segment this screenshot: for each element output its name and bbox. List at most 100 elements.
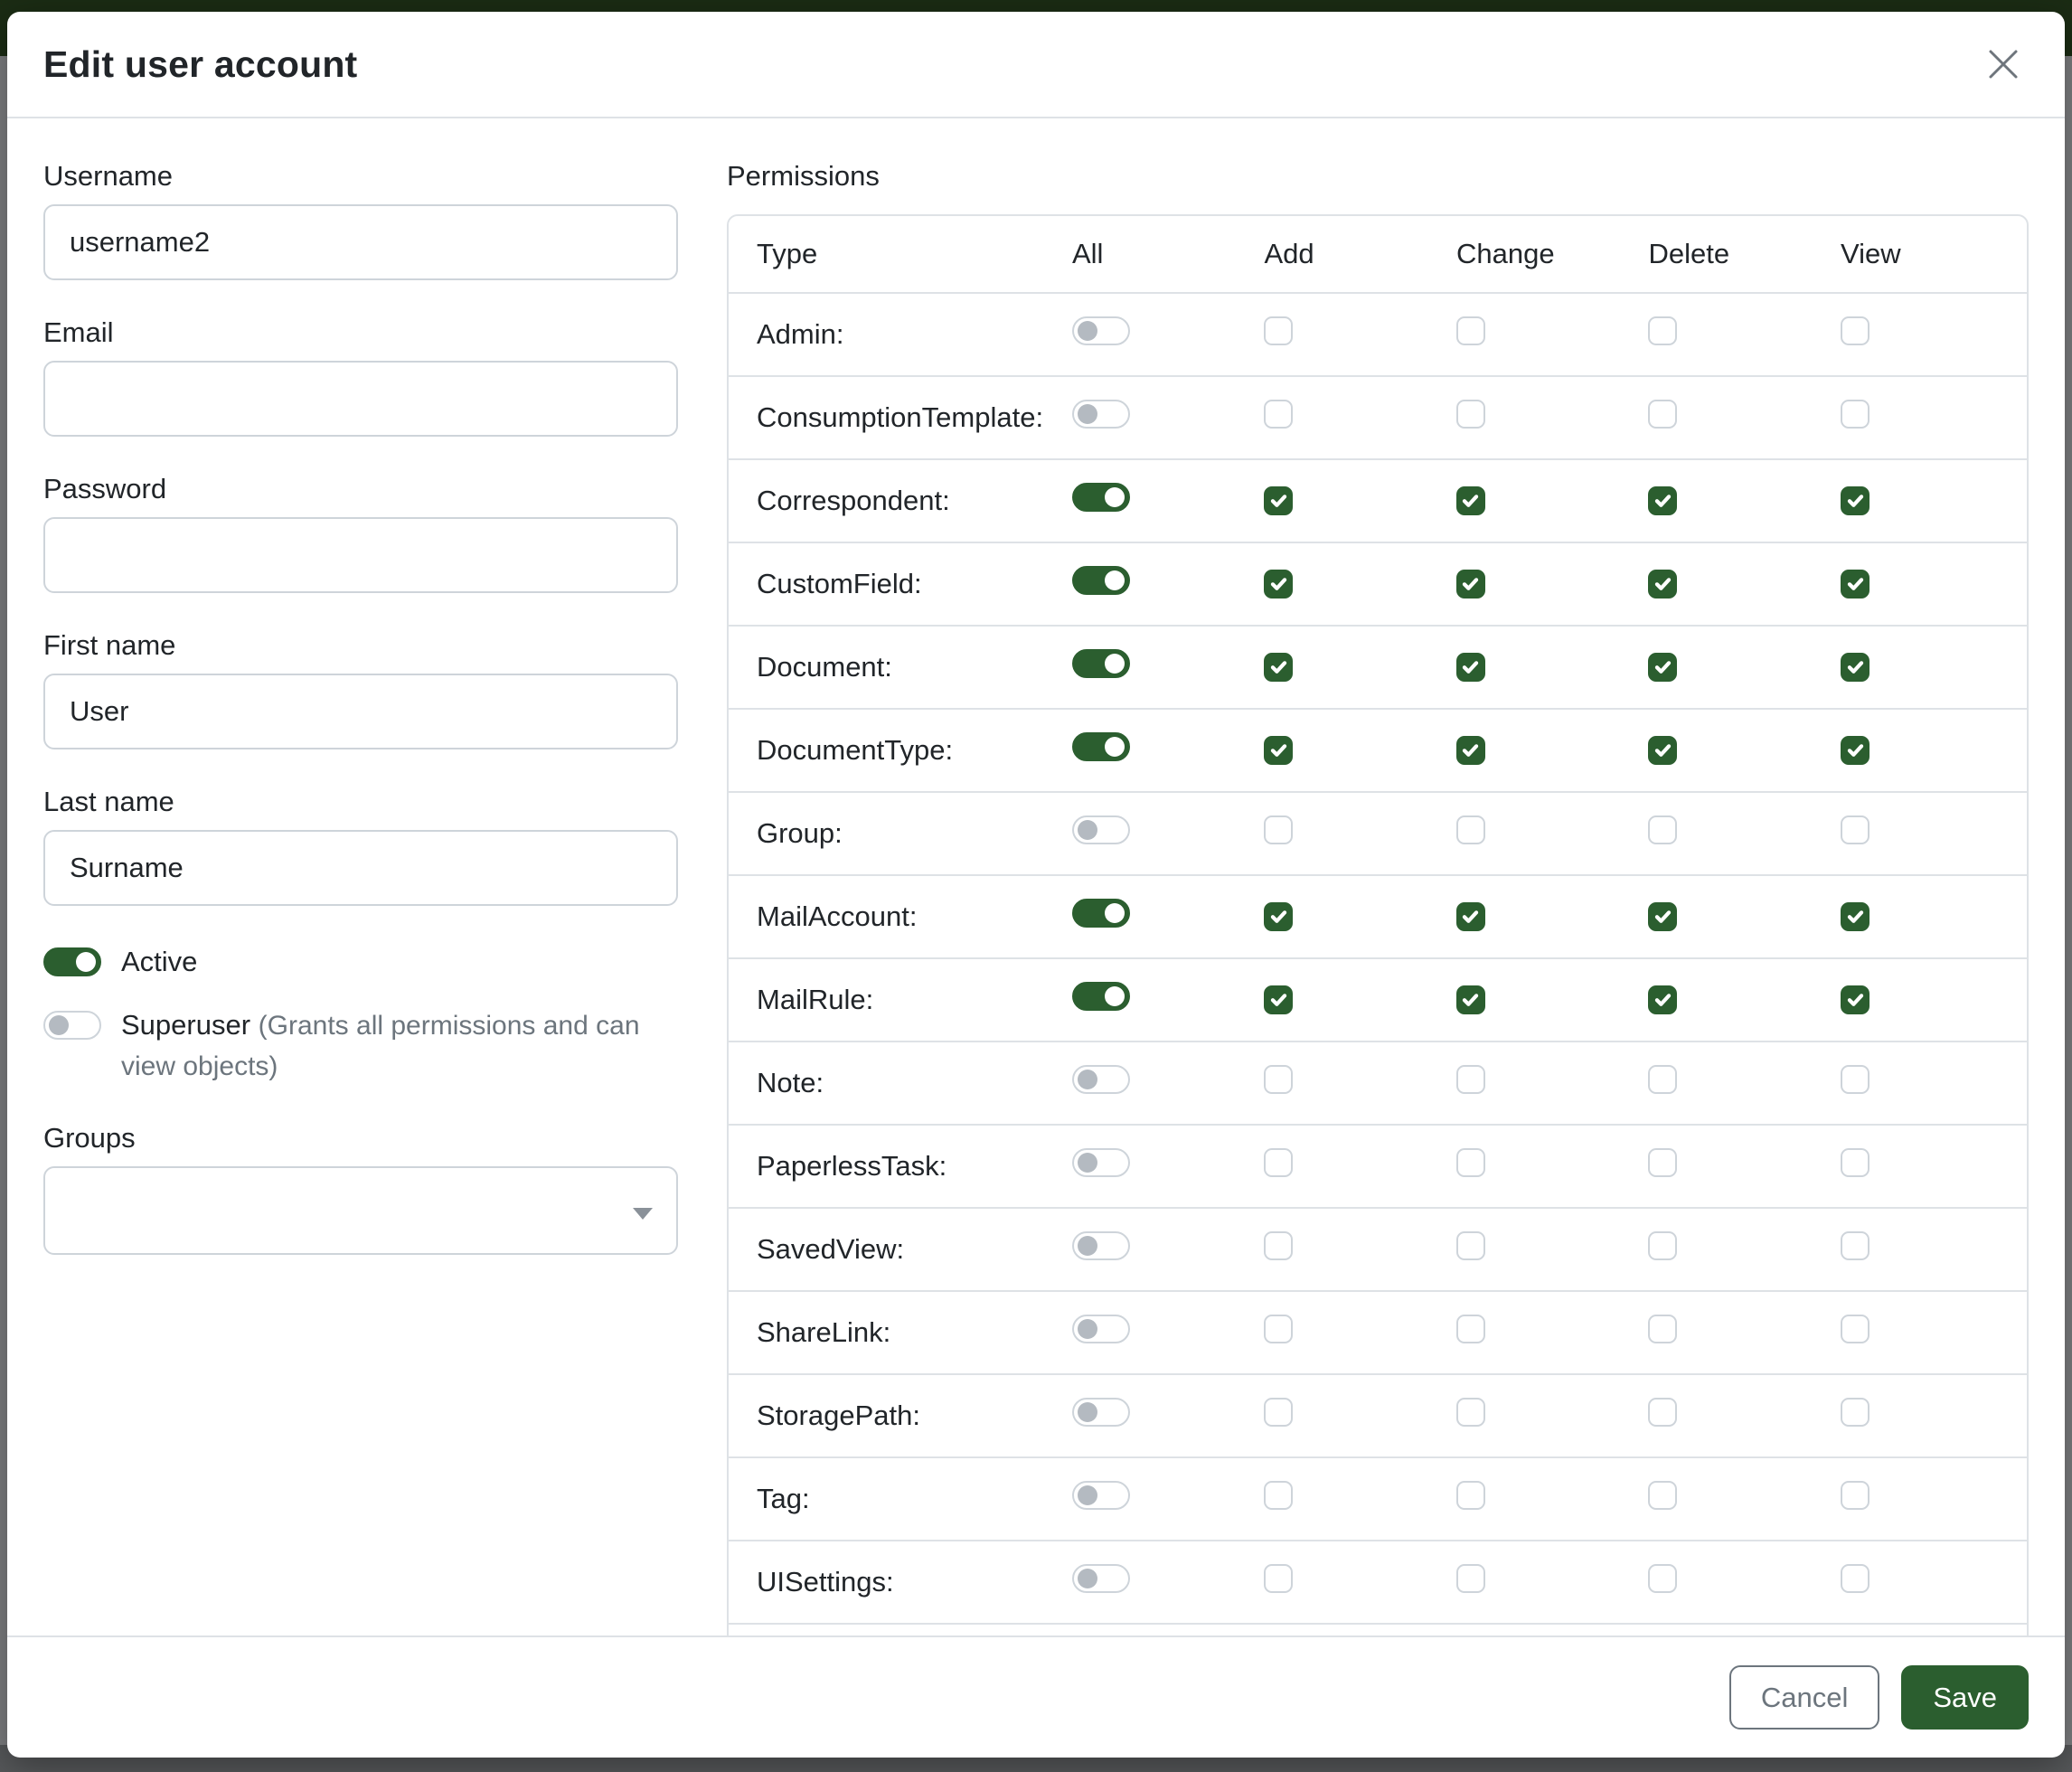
- perm-delete-checkbox[interactable]: [1648, 1398, 1677, 1427]
- check-icon: [1461, 907, 1480, 926]
- perm-change-checkbox[interactable]: [1456, 1231, 1485, 1260]
- perm-change-checkbox[interactable]: [1456, 653, 1485, 682]
- perm-add-checkbox[interactable]: [1264, 653, 1293, 682]
- username-input[interactable]: [43, 204, 678, 280]
- perm-view-checkbox[interactable]: [1841, 570, 1870, 599]
- perm-change-checkbox[interactable]: [1456, 815, 1485, 844]
- perm-change-checkbox[interactable]: [1456, 736, 1485, 765]
- perm-all-toggle[interactable]: [1072, 1564, 1130, 1593]
- perm-change-checkbox[interactable]: [1456, 570, 1485, 599]
- perm-view-checkbox[interactable]: [1841, 1148, 1870, 1177]
- perm-delete-checkbox[interactable]: [1648, 1481, 1677, 1510]
- perm-delete-checkbox[interactable]: [1648, 736, 1677, 765]
- perm-delete-checkbox[interactable]: [1648, 570, 1677, 599]
- perm-delete-checkbox[interactable]: [1648, 1148, 1677, 1177]
- perm-change-checkbox[interactable]: [1456, 1315, 1485, 1343]
- perm-add-checkbox[interactable]: [1264, 400, 1293, 429]
- perm-add-checkbox[interactable]: [1264, 985, 1293, 1014]
- perm-change-checkbox[interactable]: [1456, 1564, 1485, 1593]
- perm-type-label: PaperlessTask:: [729, 1125, 1044, 1208]
- perm-add-checkbox[interactable]: [1264, 902, 1293, 931]
- password-field[interactable]: [43, 517, 678, 593]
- superuser-toggle[interactable]: [43, 1011, 101, 1040]
- perm-delete-checkbox[interactable]: [1648, 1315, 1677, 1343]
- perm-view-checkbox[interactable]: [1841, 902, 1870, 931]
- perm-delete-checkbox[interactable]: [1648, 1065, 1677, 1094]
- perm-add-checkbox[interactable]: [1264, 1065, 1293, 1094]
- email-field[interactable]: [43, 361, 678, 437]
- groups-select[interactable]: [43, 1166, 678, 1255]
- last-name-field[interactable]: [43, 830, 678, 906]
- save-button[interactable]: Save: [1901, 1665, 2029, 1730]
- perm-all-toggle[interactable]: [1072, 566, 1130, 595]
- perm-add-checkbox[interactable]: [1264, 815, 1293, 844]
- perm-all-toggle[interactable]: [1072, 982, 1130, 1011]
- perm-add-checkbox[interactable]: [1264, 1398, 1293, 1427]
- perm-delete-checkbox[interactable]: [1648, 653, 1677, 682]
- perm-change-checkbox[interactable]: [1456, 486, 1485, 515]
- perm-change-checkbox[interactable]: [1456, 1481, 1485, 1510]
- perm-all-toggle[interactable]: [1072, 483, 1130, 512]
- perm-add-checkbox[interactable]: [1264, 316, 1293, 345]
- perm-all-toggle[interactable]: [1072, 649, 1130, 678]
- perm-all-toggle[interactable]: [1072, 1065, 1130, 1094]
- perm-view-checkbox[interactable]: [1841, 1231, 1870, 1260]
- perm-view-checkbox[interactable]: [1841, 653, 1870, 682]
- close-button[interactable]: [1982, 42, 2025, 86]
- perm-view-checkbox[interactable]: [1841, 1065, 1870, 1094]
- perm-type-label: Document:: [729, 626, 1044, 709]
- perm-all-toggle[interactable]: [1072, 1315, 1130, 1343]
- perm-all-toggle[interactable]: [1072, 732, 1130, 761]
- perm-add-checkbox[interactable]: [1264, 1148, 1293, 1177]
- perm-all-toggle[interactable]: [1072, 400, 1130, 429]
- perm-add-checkbox[interactable]: [1264, 736, 1293, 765]
- cancel-button[interactable]: Cancel: [1729, 1665, 1880, 1730]
- first-name-field[interactable]: [43, 674, 678, 749]
- perm-all-toggle[interactable]: [1072, 316, 1130, 345]
- switch-knob: [1105, 570, 1125, 590]
- perm-add-checkbox[interactable]: [1264, 1481, 1293, 1510]
- perm-view-checkbox[interactable]: [1841, 1315, 1870, 1343]
- perm-change-checkbox[interactable]: [1456, 902, 1485, 931]
- perm-view-checkbox[interactable]: [1841, 985, 1870, 1014]
- perm-view-checkbox[interactable]: [1841, 316, 1870, 345]
- table-row: Admin:: [729, 293, 2027, 376]
- perm-change-checkbox[interactable]: [1456, 400, 1485, 429]
- active-toggle[interactable]: [43, 947, 101, 976]
- perm-view-checkbox[interactable]: [1841, 1481, 1870, 1510]
- perm-view-checkbox[interactable]: [1841, 400, 1870, 429]
- perm-add-checkbox[interactable]: [1264, 570, 1293, 599]
- perm-delete-checkbox[interactable]: [1648, 486, 1677, 515]
- perm-view-checkbox[interactable]: [1841, 486, 1870, 515]
- perm-all-toggle[interactable]: [1072, 899, 1130, 928]
- permissions-label: Permissions: [727, 160, 2029, 193]
- perm-view-checkbox[interactable]: [1841, 1564, 1870, 1593]
- page-title: Edit user account: [43, 43, 357, 86]
- perm-change-checkbox[interactable]: [1456, 1148, 1485, 1177]
- perm-change-checkbox[interactable]: [1456, 1398, 1485, 1427]
- edit-user-account-dialog: Edit user account Username Email Passwor…: [7, 12, 2065, 1758]
- perm-view-checkbox[interactable]: [1841, 1398, 1870, 1427]
- perm-all-toggle[interactable]: [1072, 1481, 1130, 1510]
- perm-delete-checkbox[interactable]: [1648, 815, 1677, 844]
- perm-delete-checkbox[interactable]: [1648, 1231, 1677, 1260]
- perm-delete-checkbox[interactable]: [1648, 1564, 1677, 1593]
- perm-add-checkbox[interactable]: [1264, 1564, 1293, 1593]
- perm-view-checkbox[interactable]: [1841, 815, 1870, 844]
- perm-change-checkbox[interactable]: [1456, 985, 1485, 1014]
- perm-add-checkbox[interactable]: [1264, 1315, 1293, 1343]
- perm-all-toggle[interactable]: [1072, 815, 1130, 844]
- perm-view-checkbox[interactable]: [1841, 736, 1870, 765]
- perm-type-label: Tag:: [729, 1457, 1044, 1541]
- perm-all-toggle[interactable]: [1072, 1148, 1130, 1177]
- perm-change-checkbox[interactable]: [1456, 316, 1485, 345]
- perm-add-checkbox[interactable]: [1264, 1231, 1293, 1260]
- perm-add-checkbox[interactable]: [1264, 486, 1293, 515]
- perm-delete-checkbox[interactable]: [1648, 400, 1677, 429]
- perm-delete-checkbox[interactable]: [1648, 316, 1677, 345]
- perm-delete-checkbox[interactable]: [1648, 985, 1677, 1014]
- perm-delete-checkbox[interactable]: [1648, 902, 1677, 931]
- perm-change-checkbox[interactable]: [1456, 1065, 1485, 1094]
- perm-all-toggle[interactable]: [1072, 1398, 1130, 1427]
- perm-all-toggle[interactable]: [1072, 1231, 1130, 1260]
